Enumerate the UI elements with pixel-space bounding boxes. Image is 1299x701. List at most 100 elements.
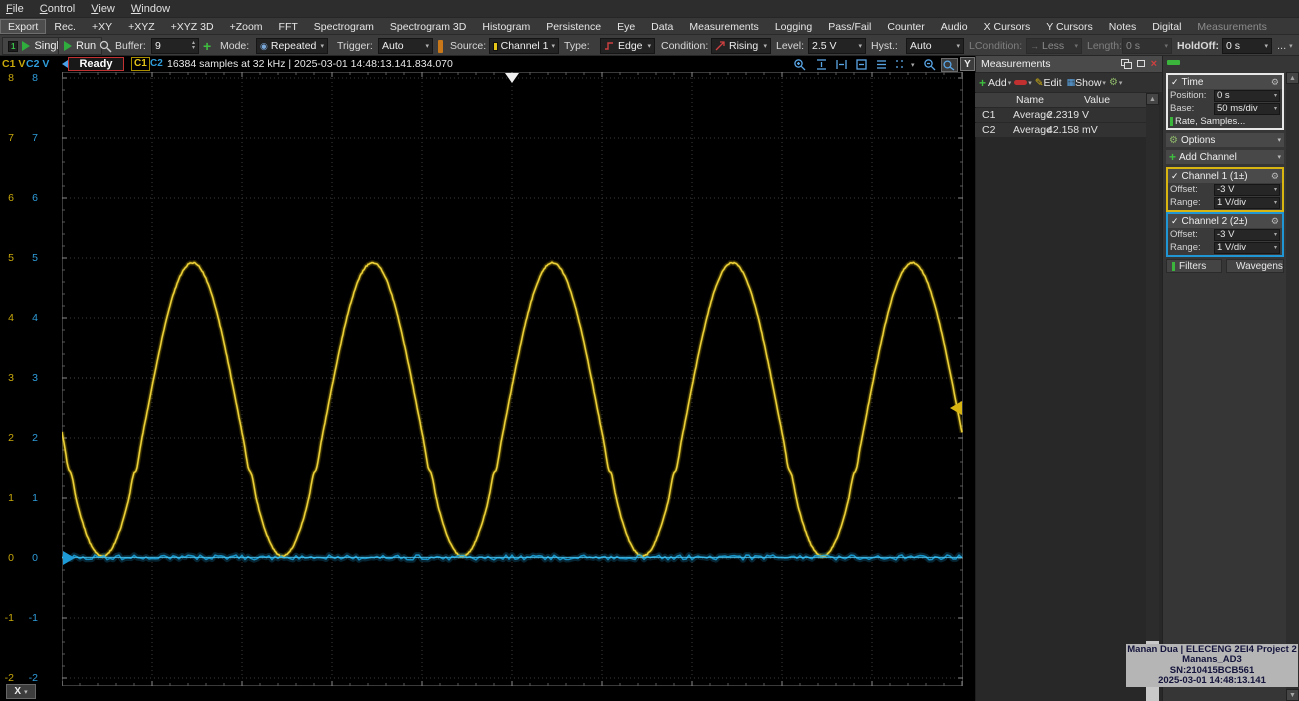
tab-spectrogram-3d[interactable]: Spectrogram 3D: [382, 19, 474, 34]
tab-notes[interactable]: Notes: [1101, 19, 1144, 34]
tab-logging[interactable]: Logging: [767, 19, 820, 34]
buffer-input[interactable]: 9 ▴ ▾: [151, 38, 199, 54]
time-panel-header[interactable]: ✓ Time ⚙: [1168, 75, 1282, 89]
tab-xyz[interactable]: +XYZ: [120, 19, 163, 34]
check-icon[interactable]: ✓: [1171, 171, 1179, 182]
scroll-up-icon[interactable]: ▲: [1289, 75, 1296, 82]
sidebar-scrollbar[interactable]: ▲ ▼: [1286, 72, 1299, 701]
show-icon[interactable]: ▦: [1067, 77, 1076, 88]
tab-data[interactable]: Data: [643, 19, 681, 34]
maximize-icon[interactable]: [1136, 59, 1147, 69]
scale-list-icon[interactable]: [875, 58, 889, 71]
table-row[interactable]: C1 Average 2.2319 V: [975, 108, 1146, 122]
gear-icon[interactable]: ⚙: [1271, 171, 1279, 182]
tab-pass-fail[interactable]: Pass/Fail: [820, 19, 879, 34]
tab-x-cursors[interactable]: X Cursors: [976, 19, 1039, 34]
filters-button[interactable]: Filters: [1166, 259, 1222, 273]
close-icon[interactable]: ×: [1151, 58, 1157, 70]
channel2-range-select[interactable]: 1 V/div ▾: [1214, 241, 1280, 254]
chevron-down-icon[interactable]: ▾: [911, 61, 915, 69]
menu-item-window[interactable]: Window: [131, 3, 170, 15]
edit-icon[interactable]: ✎: [1035, 77, 1044, 89]
add-channel-row[interactable]: + Add Channel ▾: [1166, 150, 1284, 164]
tab-export[interactable]: Export: [0, 18, 47, 34]
y-axis-button[interactable]: Y: [960, 57, 975, 71]
level-input[interactable]: 2.5 V ▾: [808, 38, 866, 54]
options-row[interactable]: ⚙ Options ▾: [1166, 133, 1284, 147]
tab-eye[interactable]: Eye: [609, 19, 643, 34]
gear-icon[interactable]: ⚙: [1271, 216, 1279, 227]
more-options-button[interactable]: ... ▾: [1277, 35, 1293, 57]
remove-measurement-button[interactable]: [1014, 80, 1028, 85]
rate-samples-button[interactable]: Rate, Samples...: [1168, 115, 1282, 128]
tab-xy[interactable]: +XY: [84, 19, 120, 34]
tab-persistence[interactable]: Persistence: [538, 19, 609, 34]
edit-measurement-button[interactable]: Edit: [1044, 77, 1062, 89]
fit-horizontal-icon[interactable]: [835, 58, 849, 71]
type-select[interactable]: Edge ▾: [600, 38, 655, 54]
mode-select[interactable]: ◉ Repeated ▾: [256, 38, 328, 54]
check-icon[interactable]: ✓: [1171, 216, 1179, 227]
gear-icon[interactable]: ⚙: [1271, 77, 1279, 88]
menu-item-file[interactable]: File: [6, 3, 24, 15]
measurements-panel-header[interactable]: Measurements ×: [975, 56, 1162, 72]
channel2-tab-badge[interactable]: C2: [150, 57, 163, 71]
collapse-all-button[interactable]: [1167, 60, 1180, 65]
tab-digital[interactable]: Digital: [1144, 19, 1189, 34]
tab-zoom[interactable]: +Zoom: [222, 19, 271, 34]
tab-counter[interactable]: Counter: [879, 19, 932, 34]
tab-histogram[interactable]: Histogram: [474, 19, 538, 34]
wavegens-button[interactable]: Wavegens: [1226, 259, 1284, 273]
auto-scale-icon[interactable]: [941, 58, 958, 72]
channel2-offset-select[interactable]: -3 V ▾: [1214, 228, 1280, 241]
channel1-range-select[interactable]: 1 V/div ▾: [1214, 196, 1280, 209]
check-icon[interactable]: ✓: [1171, 77, 1179, 88]
measurements-scrollbar[interactable]: ▲: [1146, 93, 1159, 701]
holdoff-input[interactable]: 0 s ▾: [1222, 38, 1272, 54]
chevron-down-icon: ▾: [1277, 154, 1281, 161]
time-panel-title: Time: [1181, 76, 1204, 88]
tab-rec[interactable]: Rec.: [46, 19, 84, 34]
popout-icon[interactable]: [1120, 59, 1132, 69]
source-select[interactable]: Channel 1 ▾: [489, 38, 559, 54]
menu-item-view[interactable]: View: [91, 3, 115, 15]
channel1-offset-select[interactable]: -3 V ▾: [1214, 183, 1280, 196]
table-row[interactable]: C2 Average 42.158 mV: [975, 123, 1146, 137]
channel2-offset-marker[interactable]: [63, 551, 75, 565]
zoom-in-icon[interactable]: [793, 58, 807, 71]
tab-audio[interactable]: Audio: [933, 19, 976, 34]
add-buffer-button[interactable]: +: [203, 39, 211, 53]
channel2-panel-header[interactable]: ✓ Channel 2 (2±) ⚙: [1168, 214, 1282, 228]
show-measurement-button[interactable]: Show: [1075, 77, 1101, 89]
run-button[interactable]: Run: [58, 37, 103, 55]
scroll-down-icon[interactable]: ▼: [1289, 692, 1296, 699]
tab-measurements[interactable]: Measurements: [681, 19, 766, 34]
trigger-level-marker[interactable]: [950, 401, 962, 415]
tab-fft[interactable]: FFT: [271, 19, 306, 34]
gear-icon[interactable]: ⚙: [1109, 77, 1118, 88]
tab-xyz-3d[interactable]: +XYZ 3D: [163, 19, 222, 34]
x-axis-button[interactable]: X ▾: [6, 684, 36, 699]
channel1-panel-header[interactable]: ✓ Channel 1 (1±) ⚙: [1168, 169, 1282, 183]
fit-all-icon[interactable]: [855, 58, 869, 71]
trigger-position-marker[interactable]: [505, 73, 519, 83]
position-select[interactable]: 0 s ▾: [1214, 89, 1280, 102]
hyst-select[interactable]: Auto ▾: [906, 38, 964, 54]
tab-y-cursors[interactable]: Y Cursors: [1038, 19, 1101, 34]
grid-dots-icon[interactable]: [894, 58, 908, 71]
zoom-out-icon[interactable]: [923, 58, 937, 71]
tab-spectrogram[interactable]: Spectrogram: [306, 19, 382, 34]
add-measurement-button[interactable]: Add: [988, 77, 1007, 89]
add-measurement-icon[interactable]: +: [979, 76, 986, 90]
fit-vertical-icon[interactable]: [815, 58, 829, 71]
scope-plot[interactable]: [59, 72, 965, 686]
scroll-up-icon[interactable]: ▲: [1149, 96, 1156, 103]
buffer-spinner[interactable]: ▴ ▾: [192, 40, 195, 51]
buffer-icon[interactable]: [99, 35, 112, 57]
condition-select[interactable]: Rising ▾: [711, 38, 771, 54]
measurement-channel: C1: [982, 109, 996, 121]
base-select[interactable]: 50 ms/div ▾: [1214, 102, 1280, 115]
menu-item-control[interactable]: Control: [40, 3, 75, 15]
trigger-select[interactable]: Auto ▾: [378, 38, 433, 54]
channel1-tab-badge[interactable]: C1: [131, 57, 150, 71]
